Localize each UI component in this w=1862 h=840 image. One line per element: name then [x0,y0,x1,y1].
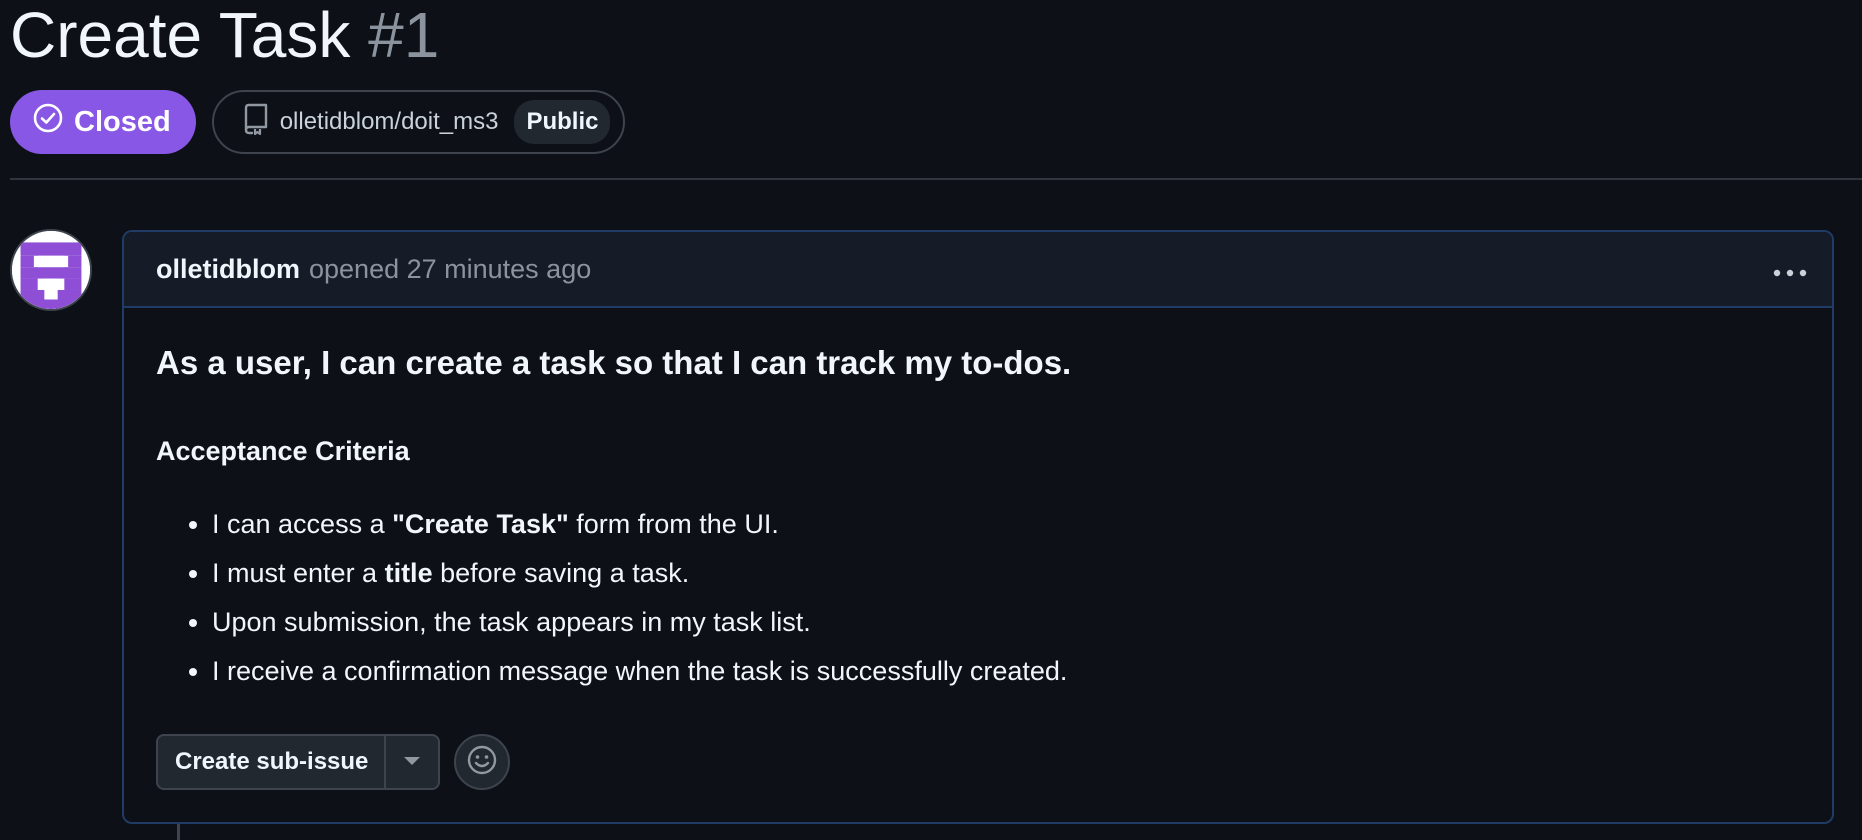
comment-author[interactable]: olletidblom [156,254,300,285]
comment-actions: Create sub-issue [156,734,511,790]
avatar[interactable] [10,229,92,311]
comment-header: olletidblom opened 27 minutes ago [124,232,1832,308]
triangle-down-icon [403,753,421,771]
issue-meta: Closed olletidblom/doit_ms3 Public [10,90,626,154]
issue-title-text: Create Task [10,0,351,71]
timeline-line [177,822,180,840]
repo-pill[interactable]: olletidblom/doit_ms3 Public [211,90,626,154]
create-sub-issue-button[interactable]: Create sub-issue [158,736,387,788]
kebab-horizontal-icon [1772,254,1808,285]
list-item: I receive a confirmation message when th… [212,647,1067,696]
issue-comment: olletidblom opened 27 minutes ago As a u… [122,230,1834,824]
issue-title: Create Task #1 [10,0,439,72]
smiley-icon [466,744,498,781]
header-divider [10,178,1862,180]
comment-menu-button[interactable] [1768,251,1812,287]
list-item: I can access a "Create Task" form from t… [212,500,1067,549]
repo-link[interactable]: olletidblom/doit_ms3 [280,108,499,136]
list-item: Upon submission, the task appears in my … [212,598,1067,647]
sub-issue-dropdown-button[interactable] [386,736,438,788]
state-label: Closed [74,105,171,138]
user-story-heading: As a user, I can create a task so that I… [156,344,1072,381]
create-sub-issue-split-button: Create sub-issue [156,734,441,790]
criteria-list: I can access a "Create Task" form from t… [212,500,1067,696]
state-badge: Closed [10,90,196,154]
list-item: I must enter a title before saving a tas… [212,549,1067,598]
visibility-badge: Public [514,100,611,144]
comment-timestamp[interactable]: opened 27 minutes ago [309,254,591,285]
acceptance-criteria-heading: Acceptance Criteria [156,436,410,466]
check-circle-icon [32,102,64,142]
issue-number: #1 [368,0,440,71]
repo-icon [242,103,270,142]
add-reaction-button[interactable] [454,734,511,790]
